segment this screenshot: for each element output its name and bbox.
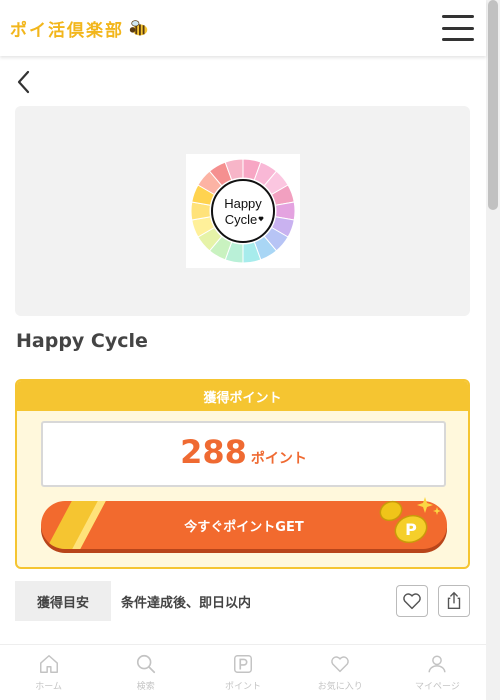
tab-home[interactable]: ホーム xyxy=(0,645,97,700)
back-chevron-icon[interactable] xyxy=(12,68,36,96)
point-value-box: 288 ポイント xyxy=(41,421,446,487)
logo-line2: Cycle xyxy=(224,212,257,227)
share-button[interactable] xyxy=(438,585,470,617)
point-box: 獲得ポイント 288 ポイント 今すぐポイントGET P xyxy=(15,379,470,569)
favorite-button[interactable] xyxy=(396,585,428,617)
estimate-value: 条件達成後、即日以内 xyxy=(121,595,252,611)
hamburger-menu-button[interactable] xyxy=(442,15,474,41)
tab-favorites[interactable]: お気に入り xyxy=(292,645,389,700)
tab-search[interactable]: 検索 xyxy=(97,645,194,700)
search-icon xyxy=(136,654,155,674)
app-logo: Happy Cycle xyxy=(185,154,300,268)
tab-label: お気に入り xyxy=(317,682,363,692)
get-points-button-label: 今すぐポイントGET xyxy=(184,519,304,535)
menu-bar xyxy=(442,15,474,18)
heart-icon xyxy=(331,656,349,673)
tab-points[interactable]: ポイント xyxy=(194,645,291,700)
menu-bar xyxy=(442,26,474,30)
tab-label: ポイント xyxy=(225,682,262,692)
bee-icon xyxy=(129,20,148,36)
scrollbar-thumb[interactable] xyxy=(488,0,498,210)
point-amount: 288 xyxy=(180,433,247,471)
point-box-header: 獲得ポイント xyxy=(17,381,468,411)
point-icon xyxy=(234,655,252,673)
point-unit: ポイント xyxy=(250,451,307,467)
user-icon xyxy=(428,655,446,673)
heart-icon xyxy=(403,593,421,610)
tab-label: マイページ xyxy=(415,682,460,692)
site-logo[interactable]: ポイ活倶楽部 xyxy=(10,16,150,41)
menu-bar xyxy=(442,38,474,41)
scrollbar[interactable] xyxy=(486,0,500,700)
share-icon xyxy=(447,591,461,610)
happy-cycle-logo-icon: Happy Cycle xyxy=(190,158,295,264)
coins-icon: P xyxy=(379,497,441,544)
svg-text:P: P xyxy=(405,520,417,539)
tab-mypage[interactable]: マイページ xyxy=(389,645,486,700)
estimate-label: 獲得目安 xyxy=(15,581,111,621)
home-icon xyxy=(39,655,58,673)
logo-line1: Happy xyxy=(224,196,262,211)
tab-label: 検索 xyxy=(136,682,155,692)
estimate-row: 獲得目安 条件達成後、即日以内 xyxy=(15,581,470,621)
app-header: ポイ活倶楽部 xyxy=(0,0,486,56)
app-title: Happy Cycle xyxy=(16,330,148,352)
logo-text: ポイ活倶楽部 xyxy=(10,20,124,41)
tab-label: ホーム xyxy=(35,682,62,692)
bottom-tab-bar: ホーム 検索 ポイント お気に入り マイページ xyxy=(0,644,486,700)
app-image-panel: Happy Cycle xyxy=(15,106,470,316)
